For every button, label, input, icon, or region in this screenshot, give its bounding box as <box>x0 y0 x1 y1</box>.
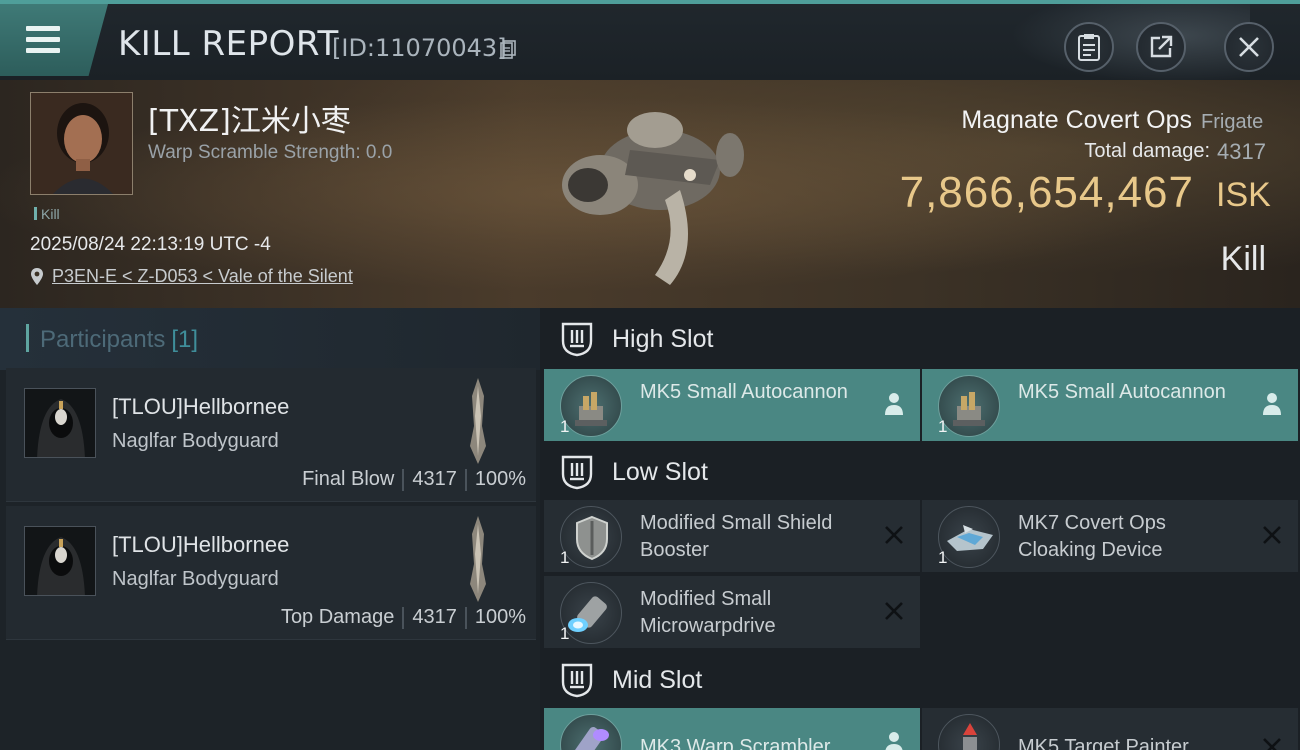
report-id: [ID:11070043] <box>332 34 507 62</box>
share-icon <box>1150 35 1173 58</box>
ship-class: Frigate <box>1201 111 1264 133</box>
kill-tag: Kill <box>34 206 60 222</box>
module-name: MK5 Small Autocannon <box>1018 381 1226 403</box>
participant-stats: Final Blow 4317 100% <box>302 468 526 491</box>
participant-ship: Naglfar Bodyguard <box>112 568 279 590</box>
high-slot-header: High Slot <box>540 308 1300 370</box>
close-button[interactable] <box>1224 22 1274 72</box>
warp-scramble-strength: Warp Scramble Strength: 0.0 <box>148 142 393 163</box>
module-quantity: 1 <box>560 624 570 643</box>
participant-ship-icon <box>470 378 486 464</box>
module-quantity: 1 <box>560 417 570 436</box>
module-name: MK7 Covert Ops Cloaking Device <box>1018 512 1166 561</box>
ship-render-icon <box>562 112 744 285</box>
total-damage-value: 4317 <box>1217 139 1266 164</box>
victim-name: [TXZ]江米小枣 <box>148 104 351 139</box>
module-name: MK5 Small Autocannon <box>640 381 848 403</box>
participant-damage: 4317 <box>412 468 457 490</box>
participant-damage: 4317 <box>412 606 457 628</box>
module-item[interactable]: 1 MK5 Small Autocannon <box>922 369 1298 441</box>
module-item[interactable]: 1 MK5 Small Autocannon <box>544 369 920 441</box>
participants-panel: Participants [1] [TLOU]Hellbornee Naglfar… <box>0 308 540 750</box>
module-item[interactable]: 1 Modified Small Shield Booster <box>544 500 920 572</box>
module-item[interactable]: 1 Modified Small Microwarpdrive <box>544 576 920 648</box>
participants-label: Participants <box>40 326 166 353</box>
module-name: Modified Small Microwarpdrive <box>640 588 776 637</box>
stats-divider <box>402 606 405 629</box>
stats-divider <box>464 468 467 491</box>
kill-location[interactable]: P3EN-E < Z-D053 < Vale of the Silent <box>30 266 353 287</box>
total-damage-label: Total damage: <box>1084 140 1210 162</box>
participant-ship-icon <box>470 516 486 602</box>
participants-count: [1] <box>171 326 199 353</box>
location-link[interactable]: P3EN-E < Z-D053 < Vale of the Silent <box>52 266 353 287</box>
low-slot-header: Low Slot <box>540 441 1300 503</box>
close-icon <box>1239 37 1259 57</box>
stats-divider <box>464 606 467 629</box>
destroyed-x-icon <box>885 602 903 620</box>
destroyed-x-icon <box>1263 526 1281 544</box>
module-quantity: 1 <box>560 548 570 567</box>
module-name: MK3 Warp Scrambler <box>640 736 831 750</box>
kill-datetime: 2025/08/24 22:13:19 UTC -4 <box>30 234 271 255</box>
module-item[interactable]: 1 MK7 Covert Ops Cloaking Device <box>922 500 1298 572</box>
hamburger-menu-icon <box>26 26 60 54</box>
mid-slot-icon <box>561 663 593 698</box>
participant-percent: 100% <box>474 606 526 628</box>
mid-slot-label: Mid Slot <box>612 665 703 694</box>
ship-name: Magnate Covert Ops <box>961 106 1192 134</box>
participant-avatar[interactable] <box>24 526 96 596</box>
participant-row[interactable]: [TLOU]Hellbornee Naglfar Bodyguard Top D… <box>6 506 536 640</box>
low-slot-label: Low Slot <box>612 457 708 486</box>
clipboard-button[interactable] <box>1064 22 1114 72</box>
high-slot-icon <box>561 322 593 357</box>
participant-ship: Naglfar Bodyguard <box>112 430 279 452</box>
victim-avatar[interactable] <box>30 92 133 195</box>
kill-result: Kill <box>1220 240 1266 278</box>
character-portrait-icon <box>31 93 132 194</box>
isk-value: 7,866,654,467 <box>899 168 1194 217</box>
person-dropped-icon <box>885 732 903 750</box>
share-button[interactable] <box>1136 22 1186 72</box>
participant-name: [TLOU]Hellbornee <box>112 394 290 419</box>
module-quantity: 1 <box>938 548 948 567</box>
isk-unit: ISK <box>1216 176 1271 214</box>
victim-banner: [TXZ]江米小枣 Warp Scramble Strength: 0.0 Ki… <box>0 80 1300 308</box>
warp-scrambler-icon <box>560 714 622 750</box>
hooded-character-icon <box>25 389 95 457</box>
participant-role: Top Damage <box>280 606 395 628</box>
mid-slot-header: Mid Slot <box>540 649 1300 711</box>
clipboard-icon <box>1078 34 1100 61</box>
hooded-character-icon <box>25 527 95 595</box>
participant-stats: Top Damage 4317 100% <box>281 606 526 629</box>
high-slot-label: High Slot <box>612 324 714 353</box>
page-title: KILL REPORT <box>118 24 339 64</box>
module-name: MK5 Target Painter <box>1018 736 1189 750</box>
participant-name: [TLOU]Hellbornee <box>112 532 290 557</box>
person-dropped-icon <box>1263 393 1281 415</box>
participant-avatar[interactable] <box>24 388 96 458</box>
header-bar: KILL REPORT [ID:11070043] <box>0 0 1300 84</box>
location-pin-icon <box>31 268 43 285</box>
fitting-panel: High Slot 1 MK5 Small Autocannon 1 MK5 S… <box>540 308 1300 750</box>
participant-percent: 100% <box>474 468 526 490</box>
menu-button[interactable] <box>0 4 108 76</box>
destroyed-x-icon <box>1263 738 1281 750</box>
stats-divider <box>402 468 405 491</box>
module-name: Modified Small Shield Booster <box>640 512 833 561</box>
participant-row[interactable]: [TLOU]Hellbornee Naglfar Bodyguard Final… <box>6 368 536 502</box>
participant-role: Final Blow <box>302 468 395 490</box>
target-painter-icon <box>938 714 1000 750</box>
participants-header: Participants [1] <box>0 308 540 370</box>
header-ship-decoration <box>1010 4 1250 84</box>
copy-icon[interactable] <box>500 40 516 59</box>
low-slot-icon <box>561 455 593 490</box>
destroyed-x-icon <box>885 526 903 544</box>
person-dropped-icon <box>885 393 903 415</box>
module-quantity: 1 <box>938 417 948 436</box>
section-accent-bar <box>26 324 29 352</box>
module-item[interactable]: MK3 Warp Scrambler <box>544 708 920 750</box>
module-item[interactable]: MK5 Target Painter <box>922 708 1298 750</box>
